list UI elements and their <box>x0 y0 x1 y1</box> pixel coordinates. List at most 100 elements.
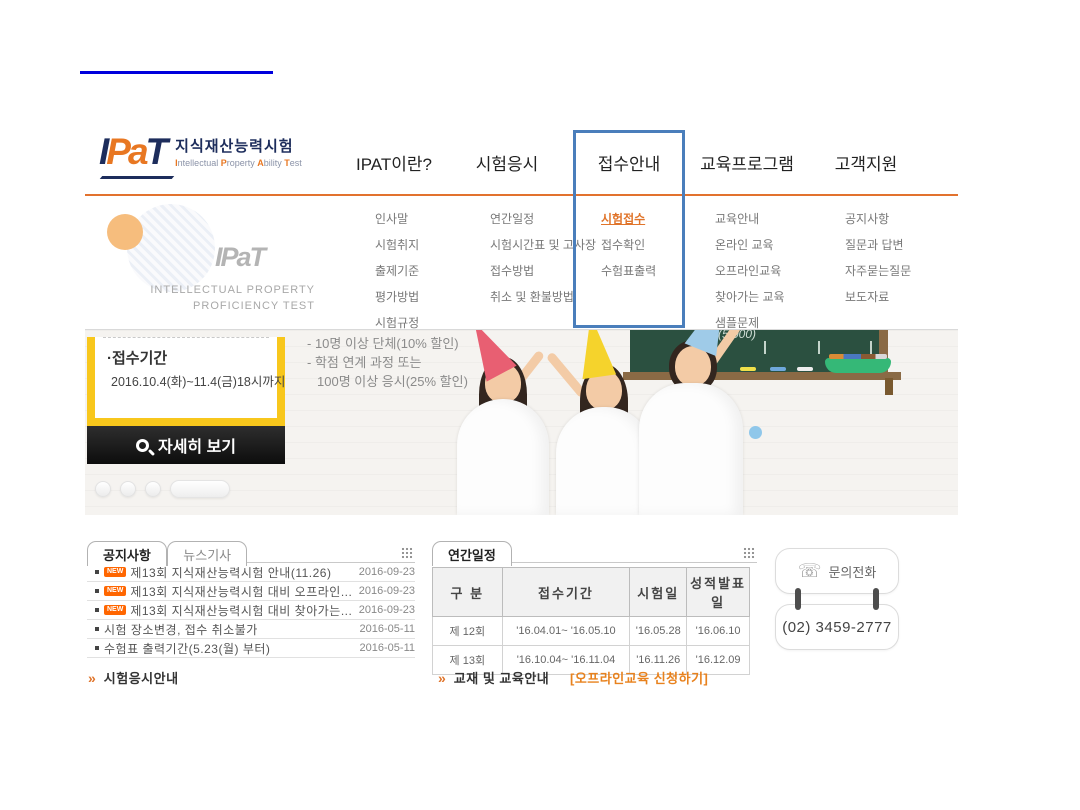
contact-widget: ☏ 문의전화 (02) 3459-2777 <box>775 548 899 650</box>
bullet-icon <box>95 608 99 612</box>
bullet-icon <box>95 627 99 631</box>
logo-letter: Pa <box>106 131 145 172</box>
menu-link[interactable]: 수험표출력 <box>601 262 716 279</box>
megamenu-panel: IPaT INTELLECTUAL PROPERTY PROFICIENCY T… <box>85 198 958 330</box>
megamenu-col-support: 공지사항 질문과 답변 자주묻는질문 보도자료 <box>845 210 960 314</box>
new-badge: NEW <box>104 567 126 577</box>
logo-letter: T <box>146 131 166 172</box>
notice-item[interactable]: 수험표 출력기간(5.23(월) 부터) 2016-05-11 <box>87 639 415 658</box>
logo-english-title: Intellectual Property Ability Test <box>175 158 302 168</box>
more-icon[interactable] <box>401 547 413 559</box>
schedule-tab-bar: 연간일정 <box>432 540 757 563</box>
logo-en-part: ntellectual <box>178 158 221 168</box>
tab-notice[interactable]: 공지사항 <box>87 541 167 566</box>
banner-pagination <box>95 480 230 498</box>
menu-link[interactable]: 찾아가는 교육 <box>715 288 830 305</box>
quicklink-offline-apply[interactable]: [오프라인교육 신청하기] <box>570 668 708 687</box>
discount-line: 100명 이상 응시(25% 할인) <box>307 372 468 391</box>
decorative-orange-circle <box>107 214 143 250</box>
notice-date: 2016-09-23 <box>359 604 415 616</box>
yellow-cone-hat <box>574 330 616 379</box>
contact-phone-box: (02) 3459-2777 <box>775 604 899 650</box>
nav-item-registration[interactable]: 접수안내 <box>573 150 685 175</box>
watermark-line: INTELLECTUAL PROPERTY <box>115 282 315 298</box>
contact-label: 문의전화 <box>828 562 876 581</box>
registration-period-widget: ·접수기간 2016.10.4(화)~11.4(금)18시까지 자세히 보기 <box>87 330 285 464</box>
menu-link[interactable]: 샘플문제 <box>715 314 830 331</box>
menu-link[interactable]: 자주묻는질문 <box>845 262 960 279</box>
cell-exam-date: '16.05.28 <box>630 617 687 646</box>
menu-link-exam-apply[interactable]: 시험접수 <box>601 210 716 227</box>
phone-icon: ☏ <box>798 562 822 581</box>
menu-link[interactable]: 접수확인 <box>601 236 716 253</box>
watermark-ipat-mark: IPaT <box>215 242 264 273</box>
nav-item-education[interactable]: 교육프로그램 <box>691 150 803 175</box>
menu-link[interactable]: 오프라인교육 <box>715 262 830 279</box>
tab-news[interactable]: 뉴스기사 <box>167 541 247 566</box>
decorative-hatched-circle <box>127 204 215 292</box>
eraser-basket <box>825 358 891 373</box>
pagination-dot[interactable] <box>95 481 111 497</box>
bullet-icon <box>95 589 99 593</box>
notice-date: 2016-09-23 <box>359 585 415 597</box>
menu-link[interactable]: 평가방법 <box>375 288 490 305</box>
decorative-blue-dot <box>749 426 762 439</box>
nav-item-support[interactable]: 고객지원 <box>810 150 922 175</box>
logo-korean-title: 지식재산능력시험 <box>175 135 302 156</box>
notice-date: 2016-05-11 <box>360 623 415 635</box>
menu-link[interactable]: 접수방법 <box>490 262 605 279</box>
menu-link[interactable]: 시험취지 <box>375 236 490 253</box>
menu-link[interactable]: 시험시간표 및 고사장 <box>490 236 605 253</box>
pagination-dot[interactable] <box>145 481 161 497</box>
menu-link[interactable]: 질문과 답변 <box>845 236 960 253</box>
notice-title: 제13회 지식재산능력시험 대비 찾아가는... <box>130 602 352 619</box>
pagination-dot[interactable] <box>120 481 136 497</box>
dotted-divider <box>103 337 269 338</box>
top-link-underline[interactable] <box>80 71 273 74</box>
quicklink-label: 교재 및 교육안내 <box>454 668 549 687</box>
quicklink-edu-guide[interactable]: » 교재 및 교육안내 <box>438 668 549 687</box>
menu-link[interactable]: 교육안내 <box>715 210 830 227</box>
chalk-piece-blue <box>770 367 786 371</box>
menu-link[interactable]: 연간일정 <box>490 210 605 227</box>
pagination-active-pill[interactable] <box>170 480 230 498</box>
col-header-round: 구 분 <box>433 568 503 617</box>
cell-period: '16.04.01~ '16.05.10 <box>502 617 630 646</box>
discount-info: - 10명 이상 단체(10% 할인) - 학점 연계 과정 또는 100명 이… <box>307 334 468 391</box>
new-badge: NEW <box>104 605 126 615</box>
notice-title: 제13회 지식재산능력시험 안내(11.26) <box>130 564 352 581</box>
chalk-mark <box>764 341 766 354</box>
menu-link[interactable]: 출제기준 <box>375 262 490 279</box>
person-man-blue-cone <box>625 350 750 515</box>
nav-item-about[interactable]: IPAT이란? <box>338 150 450 175</box>
menu-link[interactable]: 공지사항 <box>845 210 960 227</box>
bullet-icon <box>95 570 99 574</box>
notice-item[interactable]: NEW 제13회 지식재산능력시험 대비 찾아가는... 2016-09-23 <box>87 601 415 620</box>
megamenu-col-registration: 시험접수 접수확인 수험표출력 <box>601 210 716 288</box>
notice-item[interactable]: 시험 장소변경, 접수 취소불가 2016-05-11 <box>87 620 415 639</box>
cell-result-date: '16.06.10 <box>687 617 750 646</box>
menu-link[interactable]: 시험규정 <box>375 314 490 331</box>
notice-title: 수험표 출력기간(5.23(월) 부터) <box>104 640 354 657</box>
detail-view-button[interactable]: 자세히 보기 <box>87 426 285 464</box>
quicklink-exam-guide[interactable]: » 시험응시안내 <box>88 668 179 687</box>
menu-link[interactable]: 온라인 교육 <box>715 236 830 253</box>
bullet-icon <box>95 646 99 650</box>
notice-title: 제13회 지식재산능력시험 대비 오프라인... <box>130 583 352 600</box>
menu-link[interactable]: 보도자료 <box>845 288 960 305</box>
notice-date: 2016-05-11 <box>360 642 415 654</box>
notice-item[interactable]: NEW 제13회 지식재산능력시험 대비 오프라인... 2016-09-23 <box>87 582 415 601</box>
tab-annual-schedule[interactable]: 연간일정 <box>432 541 512 566</box>
logo-en-part: bility <box>264 158 285 168</box>
ipat-logo[interactable]: IPaT 지식재산능력시험 Intellectual Property Abil… <box>99 132 302 172</box>
notice-list: NEW 제13회 지식재산능력시험 안내(11.26) 2016-09-23 N… <box>87 563 415 658</box>
more-icon[interactable] <box>743 547 755 559</box>
menu-link[interactable]: 인사말 <box>375 210 490 227</box>
detail-view-label: 자세히 보기 <box>158 433 236 457</box>
logo-en-part: est <box>290 158 302 168</box>
page: IPaT 지식재산능력시험 Intellectual Property Abil… <box>0 0 1080 810</box>
nav-item-exam[interactable]: 시험응시 <box>451 150 563 175</box>
contact-connectors <box>775 594 899 604</box>
menu-link[interactable]: 취소 및 환불방법 <box>490 288 605 305</box>
megamenu-col-exam: 연간일정 시험시간표 및 고사장 접수방법 취소 및 환불방법 <box>490 210 605 314</box>
